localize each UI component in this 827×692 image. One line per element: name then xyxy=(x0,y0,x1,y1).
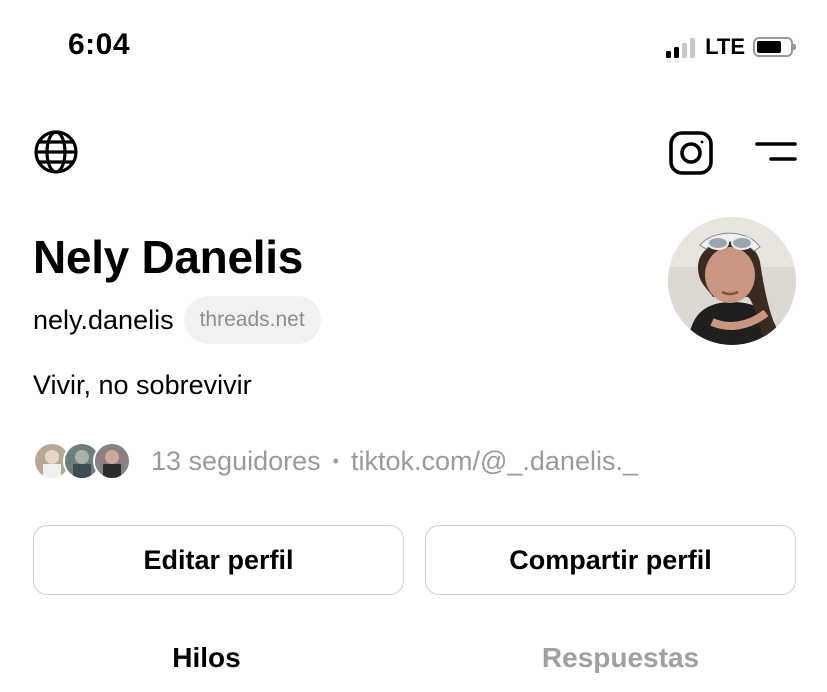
avatar[interactable] xyxy=(668,217,796,345)
status-indicators: LTE xyxy=(666,34,796,60)
network-label: LTE xyxy=(705,34,745,59)
followers-count[interactable]: 13 seguidores xyxy=(151,446,321,477)
handle-row: nely.danelis threads.net xyxy=(33,296,321,344)
follower-avatars[interactable] xyxy=(33,442,131,480)
domain-badge[interactable]: threads.net xyxy=(183,296,321,344)
profile-link[interactable]: tiktok.com/@_.danelis._ xyxy=(351,446,638,477)
followers-row: 13 seguidores • tiktok.com/@_.danelis._ xyxy=(33,442,638,480)
tab-respuestas[interactable]: Respuestas xyxy=(414,642,827,674)
profile-handle: nely.danelis xyxy=(33,304,174,335)
separator-dot: • xyxy=(332,450,339,471)
menu-icon[interactable] xyxy=(754,140,798,164)
globe-icon[interactable] xyxy=(33,129,79,175)
battery-icon xyxy=(753,37,796,57)
status-time: 6:04 xyxy=(68,28,131,61)
edit-profile-button[interactable]: Editar perfil xyxy=(33,525,404,595)
follower-avatar xyxy=(93,442,131,480)
profile-bio: Vivir, no sobrevivir xyxy=(33,370,252,400)
signal-icon xyxy=(666,36,696,58)
share-profile-button[interactable]: Compartir perfil xyxy=(425,525,796,595)
profile-name: Nely Danelis xyxy=(33,231,303,283)
instagram-icon[interactable] xyxy=(668,130,714,176)
tab-hilos[interactable]: Hilos xyxy=(0,642,413,674)
